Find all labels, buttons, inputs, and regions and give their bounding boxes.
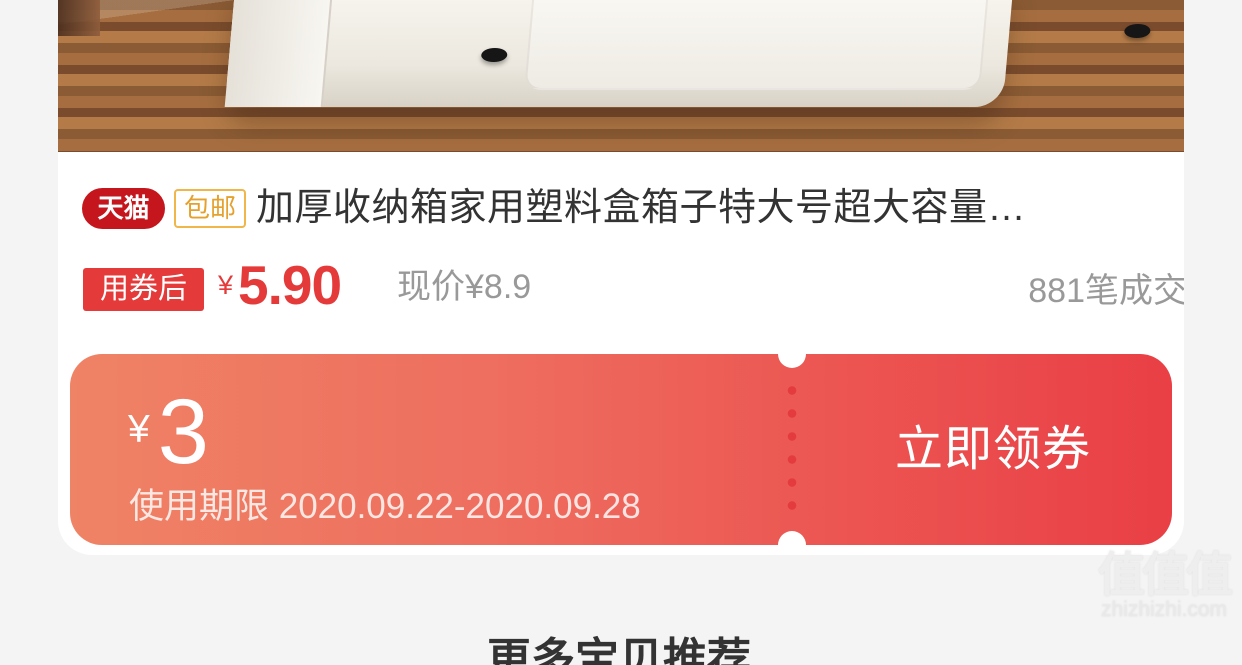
claim-coupon-button[interactable]: 立即领券 xyxy=(814,354,1172,545)
storage-box-side xyxy=(224,0,334,107)
after-coupon-price: ¥5.90 xyxy=(218,254,342,316)
coupon-validity: 使用期限 2020.09.22-2020.09.28 xyxy=(129,487,641,526)
free-shipping-badge: 包邮 xyxy=(174,188,246,228)
product-image[interactable] xyxy=(58,0,1184,152)
coupon-card[interactable]: ¥3 使用期限 2020.09.22-2020.09.28 立即领券 xyxy=(70,354,1172,545)
recommendations-title: 更多宝贝推荐 xyxy=(487,635,751,665)
product-card[interactable]: 天猫 包邮 加厚收纳箱家用塑料盒箱子特大号超大容量… 用券后 ¥5.90 现价¥… xyxy=(58,0,1184,555)
watermark: 值值值 zhizhizhi.com xyxy=(1096,548,1233,632)
product-title-row[interactable]: 天猫 包邮 加厚收纳箱家用塑料盒箱子特大号超大容量… xyxy=(82,184,1162,232)
current-price: 现价¥8.9 xyxy=(397,268,532,306)
after-coupon-label: 用券后 xyxy=(83,268,204,311)
coupon-amount: ¥3 xyxy=(128,374,209,485)
watermark-logo-icon: 值值值 xyxy=(1098,548,1233,601)
coupon-value: 3 xyxy=(157,381,209,483)
tmall-badge: 天猫 xyxy=(82,187,165,229)
after-coupon-currency: ¥ xyxy=(218,270,234,300)
product-title[interactable]: 加厚收纳箱家用塑料盒箱子特大号超大容量… xyxy=(256,184,1162,232)
storage-box-front-panel xyxy=(524,0,989,90)
product-coupon-page: 天猫 包邮 加厚收纳箱家用塑料盒箱子特大号超大容量… 用券后 ¥5.90 现价¥… xyxy=(0,0,1242,665)
price-row: 用券后 ¥5.90 现价¥8.9 881笔成交 xyxy=(83,254,1184,316)
after-coupon-price-value: 5.90 xyxy=(238,254,342,316)
storage-box-wheel-left xyxy=(480,48,508,62)
storage-box-wheel-right xyxy=(1123,24,1151,38)
coupon-perforation xyxy=(786,379,798,521)
coupon-currency: ¥ xyxy=(128,408,150,451)
sales-count: 881笔成交 xyxy=(1028,272,1184,310)
watermark-domain: zhizhizhi.com xyxy=(1100,598,1228,621)
storage-box-photo xyxy=(224,0,1151,107)
